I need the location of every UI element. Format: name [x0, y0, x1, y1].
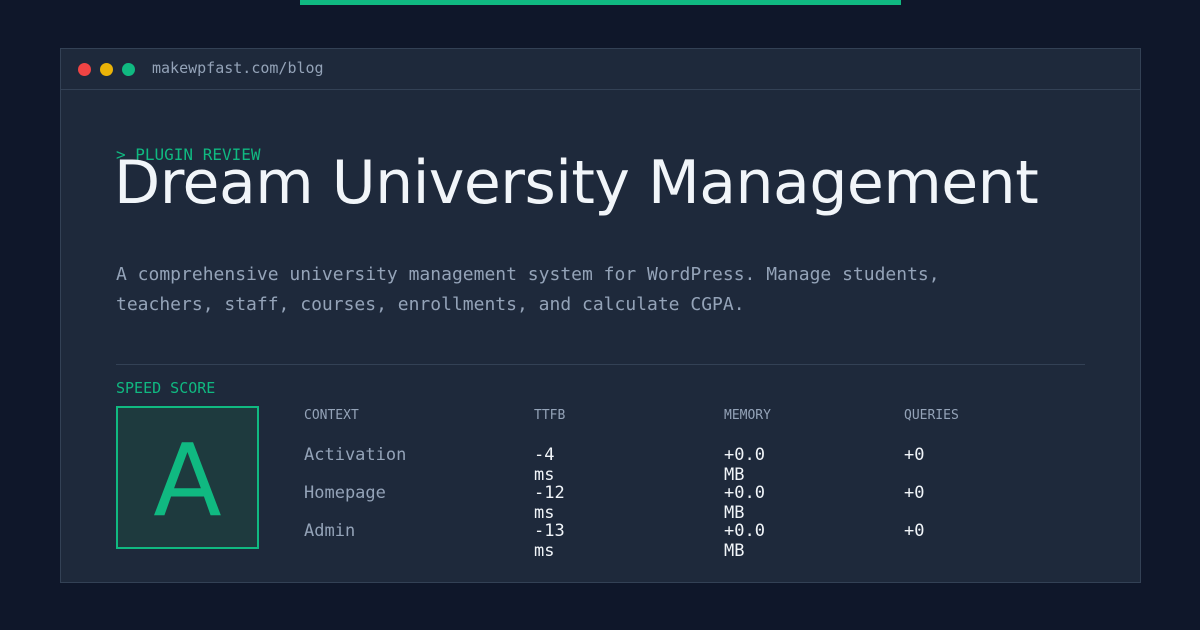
metrics-row-queries: +0: [904, 483, 925, 503]
browser-window: makewpfast.com/blog > PLUGIN REVIEW Drea…: [60, 48, 1141, 583]
metrics-row-context: Admin: [304, 521, 356, 541]
metrics-row-ttfb: -12 ms: [534, 483, 565, 523]
metrics-row-ttfb: -13 ms: [534, 521, 565, 561]
metrics-row-context: Activation: [304, 445, 407, 465]
metrics-row-queries: +0: [904, 445, 925, 465]
metrics-row-memory: +0.0 MB: [724, 445, 765, 485]
close-window-dot[interactable]: [78, 63, 91, 76]
speed-score-grade: A: [153, 422, 222, 539]
top-accent-bar: [300, 0, 901, 5]
section-divider: [116, 364, 1085, 365]
metrics-row-memory: +0.0 MB: [724, 483, 765, 523]
metrics-row-context: Homepage: [304, 483, 386, 503]
maximize-window-dot[interactable]: [122, 63, 135, 76]
window-titlebar: makewpfast.com/blog: [61, 49, 1140, 90]
window-url: makewpfast.com/blog: [152, 59, 324, 77]
metrics-header-ttfb: TTFB: [534, 408, 566, 423]
metrics-row-queries: +0: [904, 521, 925, 541]
speed-score-label: SPEED SCORE: [116, 379, 216, 397]
metrics-row-ttfb: -4 ms: [534, 445, 555, 485]
minimize-window-dot[interactable]: [100, 63, 113, 76]
article-description: A comprehensive university management sy…: [116, 264, 940, 315]
metrics-header-context: CONTEXT: [304, 408, 359, 423]
speed-score-badge: A: [116, 406, 259, 549]
article-title: Dream University Management: [114, 148, 1039, 218]
metrics-row-memory: +0.0 MB: [724, 521, 765, 561]
metrics-header-memory: MEMORY: [724, 408, 771, 423]
metrics-header-queries: QUERIES: [904, 408, 959, 423]
